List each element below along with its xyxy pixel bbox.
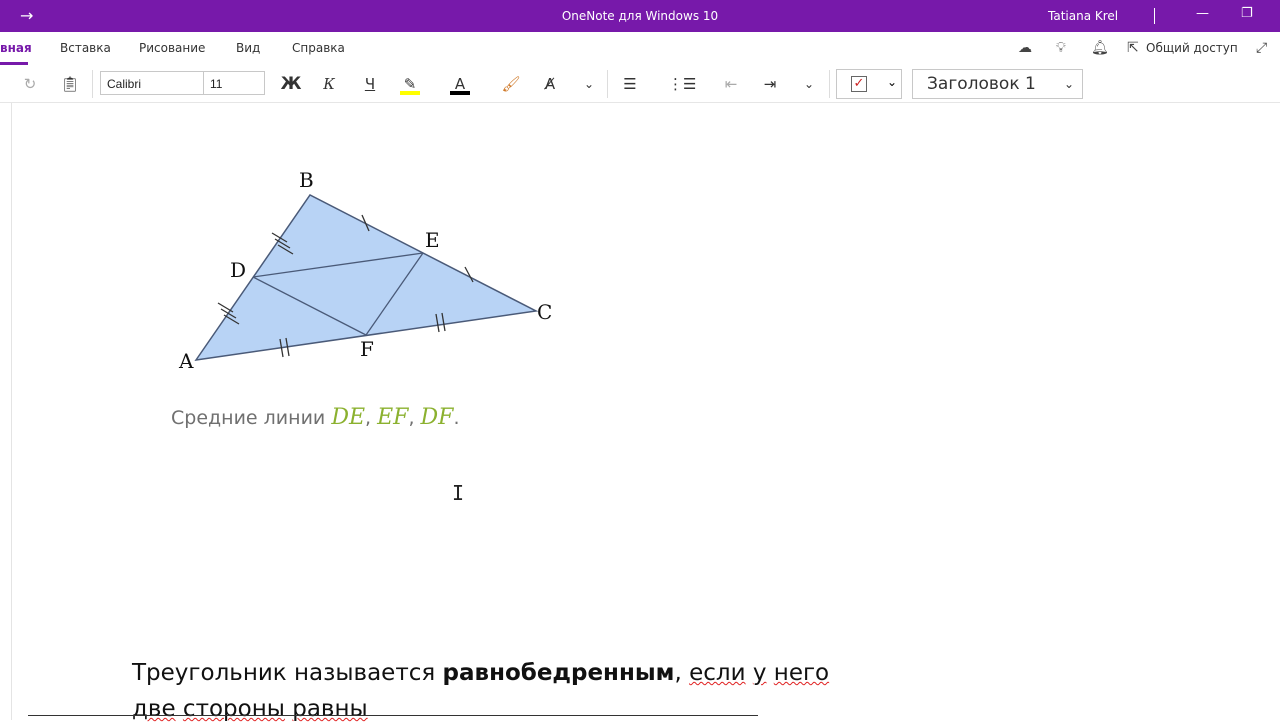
text-effects-icon[interactable]: A̸ <box>538 72 562 96</box>
toolbar-divider <box>829 70 830 98</box>
separator-line <box>28 715 758 716</box>
spellcheck-word[interactable]: равны <box>292 696 367 722</box>
italic-button[interactable]: К <box>317 72 341 96</box>
bell-icon[interactable]: 🔔︎ <box>1091 40 1109 56</box>
underline-button[interactable]: Ч <box>357 72 383 96</box>
triangle-figure: A B C D E F <box>178 168 552 373</box>
toolbar-divider <box>92 70 93 98</box>
spellcheck-word[interactable]: если <box>689 660 745 686</box>
spellcheck-word[interactable]: него <box>774 660 829 686</box>
body-text <box>746 660 753 686</box>
toolbar-divider <box>607 70 608 98</box>
spellcheck-word[interactable]: у <box>753 660 767 686</box>
body-text: Треугольник называется <box>132 660 443 686</box>
caption-math-ef: EF <box>377 405 409 430</box>
numbered-list-icon[interactable]: ⋮☰ <box>668 72 696 96</box>
share-button[interactable]: Общий доступ <box>1146 41 1238 55</box>
body-bold-term: равнобедренным <box>442 660 675 686</box>
body-text <box>766 660 773 686</box>
style-value: Заголовок 1 <box>927 74 1036 94</box>
expand-icon[interactable]: ⤢ <box>1256 40 1267 56</box>
body-text <box>176 696 183 722</box>
caption-math-de: DE <box>331 405 366 430</box>
spellcheck-word[interactable]: стороны <box>183 696 285 722</box>
tag-dropdown[interactable]: ✓ ⌄ <box>836 69 902 99</box>
redo-icon[interactable]: ↻ <box>18 72 42 96</box>
increase-indent-icon[interactable]: ⇥ <box>758 72 782 96</box>
tab-insert[interactable]: Вставка <box>60 41 111 55</box>
checkbox-tag-icon: ✓ <box>851 76 867 92</box>
caption-end: . <box>453 407 460 429</box>
vertex-label-a: A <box>178 349 194 373</box>
body-paragraph[interactable]: Треугольник называется равнобедренным, е… <box>132 655 852 727</box>
chevron-down-icon[interactable]: ⌄ <box>579 72 599 96</box>
chevron-down-icon: ⌄ <box>1063 77 1074 91</box>
tab-active-indicator <box>0 62 28 65</box>
lightbulb-icon[interactable]: 💡︎ <box>1056 40 1066 56</box>
ribbon-tabs: вная Вставка Рисование Вид Справка ☁ 💡︎ … <box>0 32 1280 66</box>
bulleted-list-icon[interactable]: ☰ <box>618 72 642 96</box>
font-color-swatch <box>450 91 470 95</box>
restore-icon[interactable]: ❐ <box>1241 6 1253 21</box>
formatting-toolbar: ↻ 📋︎ Calibri 11 Ж К Ч ✎ A 🖌︎ A̸ ⌄ ☰ ⋮☰ ⇤… <box>0 66 1280 103</box>
vertex-label-c: C <box>537 300 552 324</box>
chevron-down-icon: ⌄ <box>887 75 898 89</box>
caption-sep: , <box>365 407 378 429</box>
minimize-icon[interactable]: — <box>1196 6 1209 21</box>
sync-icon[interactable]: ☁ <box>1018 40 1032 56</box>
format-painter-icon[interactable]: 🖌︎ <box>500 72 522 96</box>
user-name[interactable]: Tatiana Krel <box>1048 9 1118 23</box>
vertex-label-e: E <box>425 228 440 252</box>
triangle-abc <box>194 194 539 361</box>
title-divider <box>1154 8 1155 24</box>
spellcheck-word[interactable]: две <box>132 696 176 722</box>
clipboard-icon[interactable]: 📋︎ <box>58 72 82 96</box>
tab-view[interactable]: Вид <box>236 41 260 55</box>
text-cursor-icon: I <box>452 481 465 505</box>
tab-help[interactable]: Справка <box>292 41 345 55</box>
highlight-color-swatch <box>400 91 420 95</box>
tab-home[interactable]: вная <box>0 41 32 55</box>
style-dropdown[interactable]: Заголовок 1 ⌄ <box>912 69 1083 99</box>
tab-draw[interactable]: Рисование <box>139 41 205 55</box>
decrease-indent-icon[interactable]: ⇤ <box>719 72 743 96</box>
vertex-label-f: F <box>360 337 374 361</box>
bold-button[interactable]: Ж <box>278 72 304 96</box>
chevron-down-icon[interactable]: ⌄ <box>799 72 819 96</box>
vertex-label-d: D <box>230 258 246 282</box>
note-page[interactable]: A B C D E F Средние линии DE, EF, DF. I … <box>0 103 1280 722</box>
share-icon[interactable]: ⇱ <box>1127 40 1139 56</box>
caption-text: Средние линии <box>171 407 332 429</box>
caption-math-df: DF <box>420 405 454 430</box>
figure-caption: Средние линии DE, EF, DF. <box>171 405 459 430</box>
font-size-box[interactable]: 11 <box>203 71 265 95</box>
title-bar: → OneNote для Windows 10 Tatiana Krel — … <box>0 0 1280 32</box>
font-name-box[interactable]: Calibri <box>100 71 204 95</box>
vertex-label-b: B <box>299 168 314 192</box>
body-text: , <box>674 660 690 686</box>
page-margin-line <box>11 103 12 720</box>
caption-sep: , <box>408 407 421 429</box>
